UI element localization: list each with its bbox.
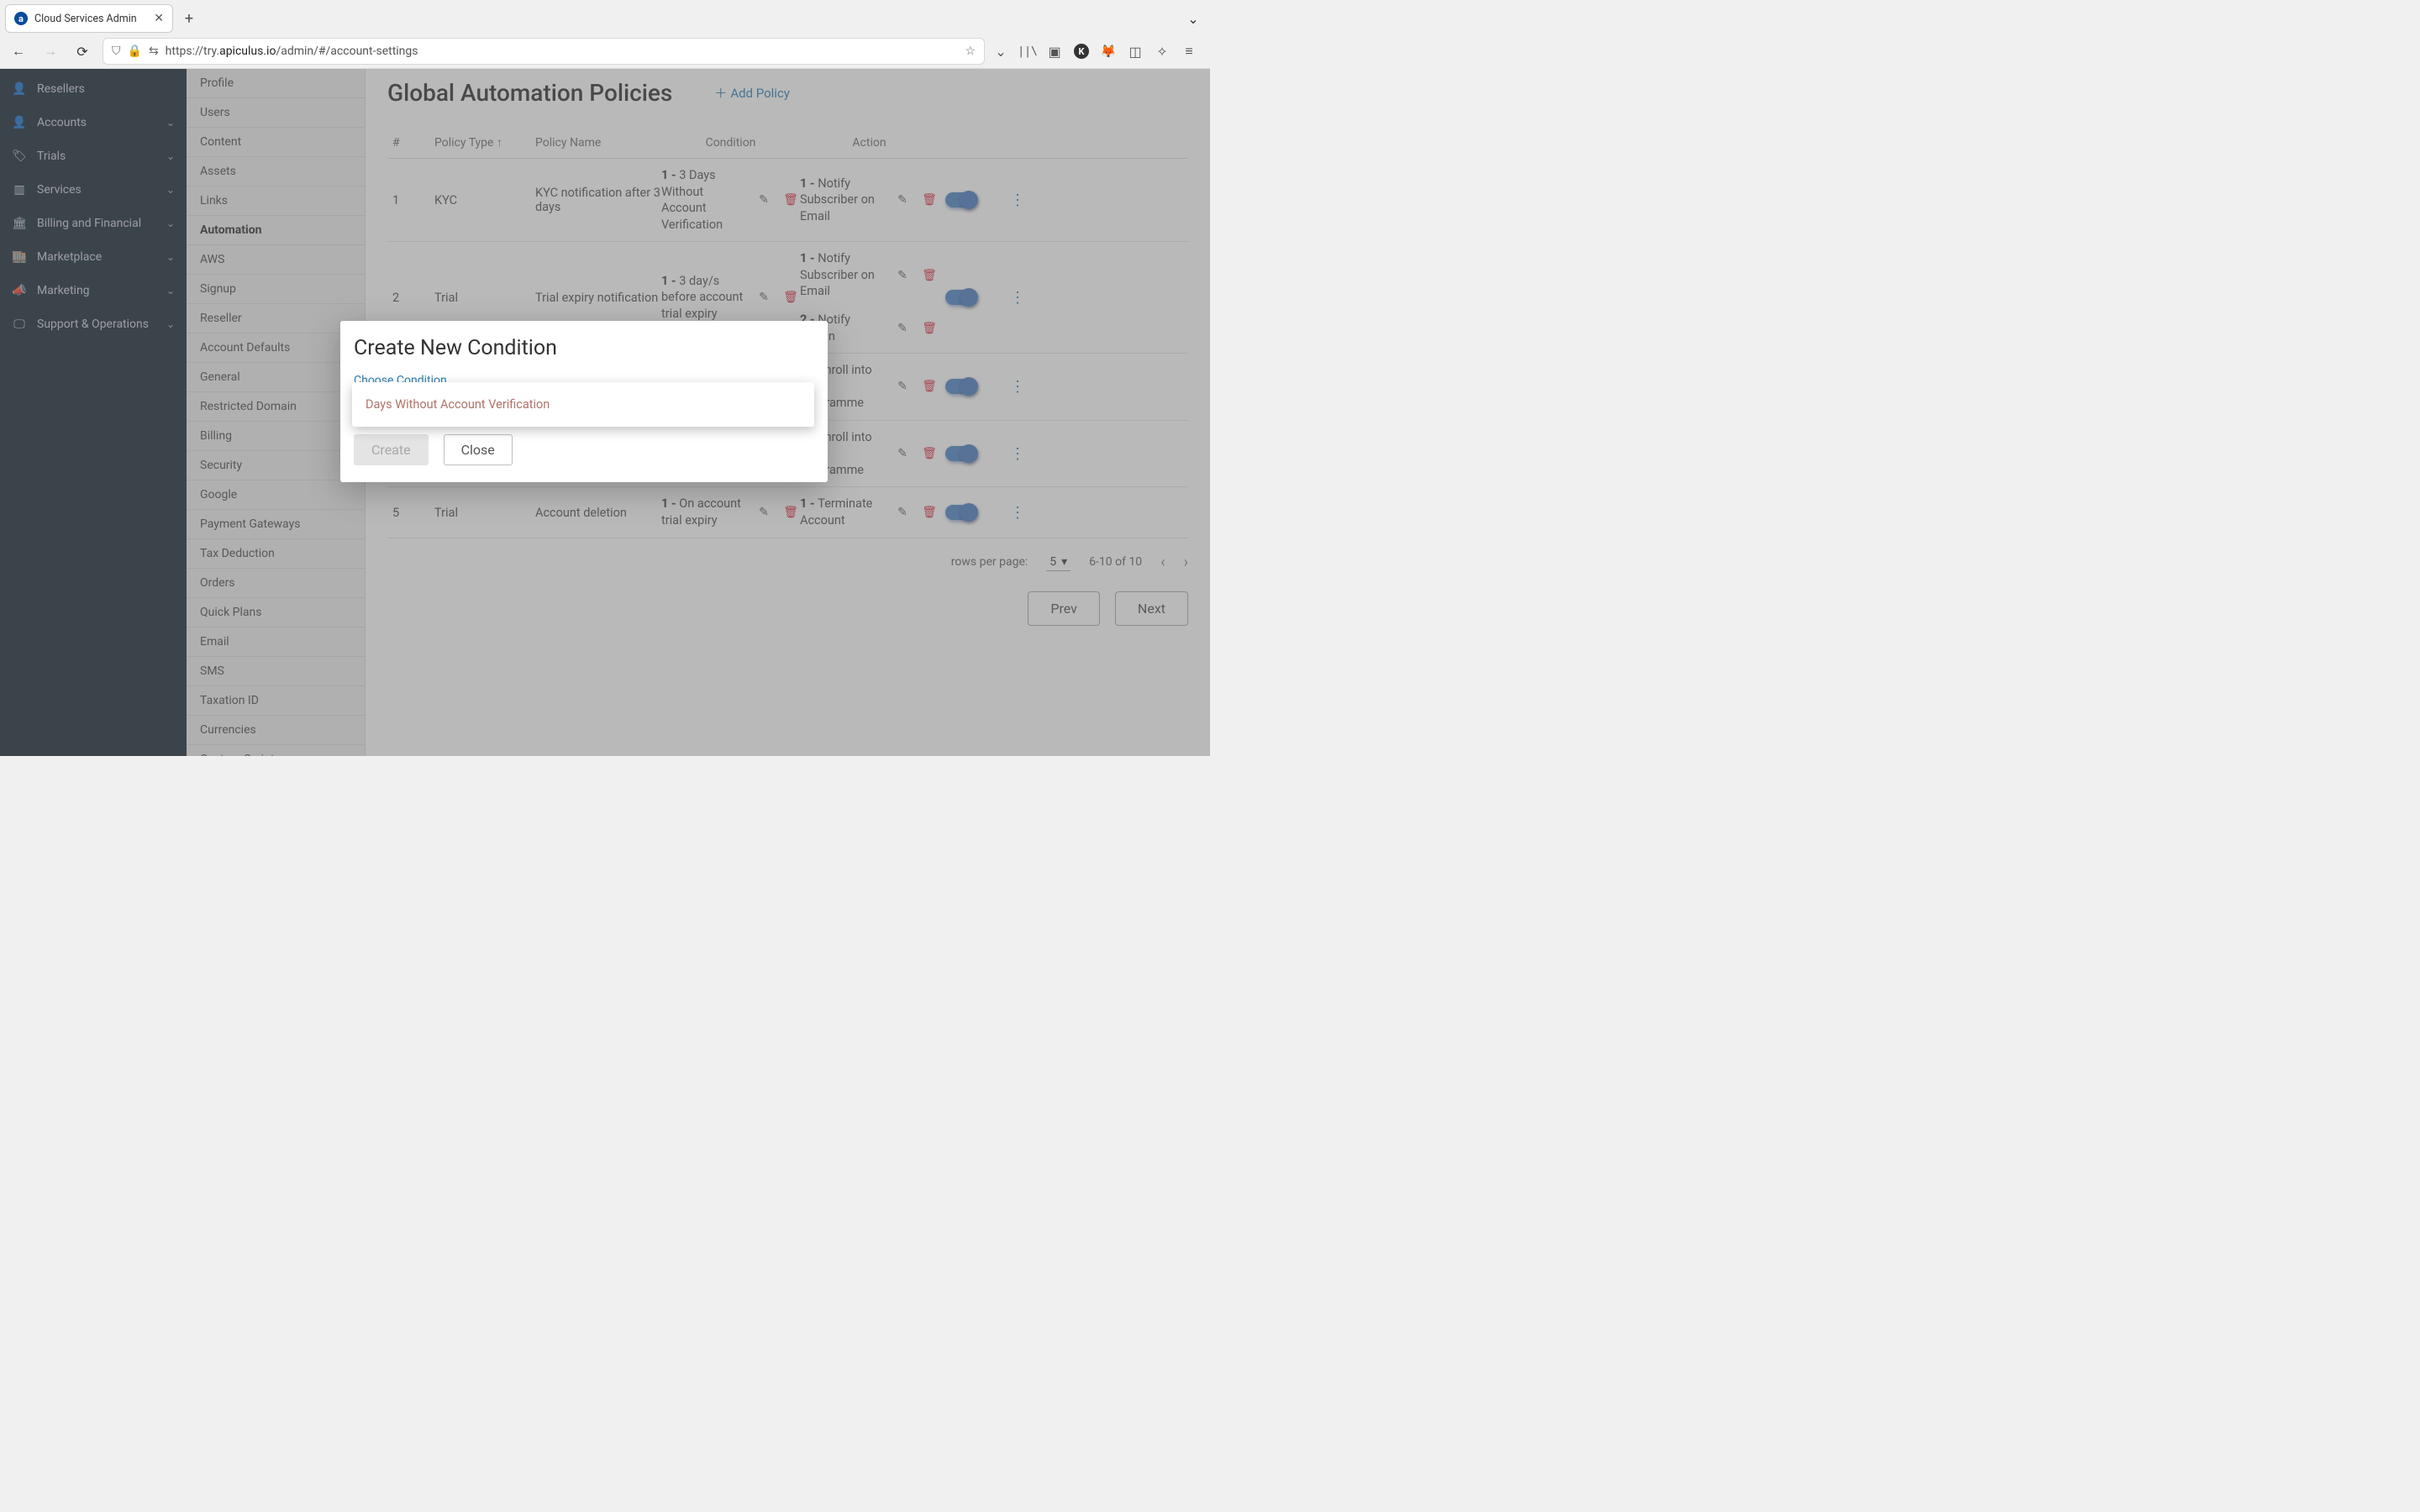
bookmark-icon[interactable]: ☆ bbox=[965, 45, 976, 58]
reader-icon[interactable]: ▣ bbox=[1047, 44, 1062, 59]
tab-title: Cloud Services Admin bbox=[34, 13, 137, 25]
reload-button[interactable]: ⟳ bbox=[71, 39, 94, 63]
permissions-icon: ⇆ bbox=[149, 45, 159, 58]
modal-title: Create New Condition bbox=[354, 336, 814, 360]
tab-favicon: a bbox=[14, 12, 28, 25]
condition-option[interactable]: Days Without Account Verification bbox=[352, 392, 814, 417]
address-bar[interactable]: ⛉ 🔒 ⇆ https://try.apiculus.io/admin/#/ac… bbox=[103, 38, 985, 65]
tabs-dropdown-icon[interactable]: ⌄ bbox=[1181, 7, 1205, 30]
close-button[interactable]: Close bbox=[444, 434, 513, 465]
extension-k-icon[interactable]: K bbox=[1074, 44, 1089, 59]
pocket-icon[interactable]: ⌄ bbox=[993, 44, 1008, 59]
lock-icon: 🔒 bbox=[128, 45, 142, 58]
new-tab-button[interactable]: + bbox=[176, 10, 202, 28]
create-button[interactable]: Create bbox=[354, 434, 429, 465]
forward-button[interactable]: → bbox=[39, 39, 62, 63]
tab-close-icon[interactable]: ✕ bbox=[154, 12, 164, 25]
back-button[interactable]: ← bbox=[7, 39, 30, 63]
metamask-icon[interactable]: 🦊 bbox=[1101, 44, 1116, 59]
shield-icon: ⛉ bbox=[112, 45, 121, 58]
extensions-icon[interactable]: ✧ bbox=[1155, 44, 1170, 59]
library-icon[interactable]: ||\ bbox=[1020, 44, 1035, 59]
condition-dropdown[interactable]: Days Without Account Verification bbox=[352, 382, 814, 427]
url-text: https://try.apiculus.io/admin/#/account-… bbox=[166, 45, 959, 58]
browser-tab[interactable]: a Cloud Services Admin ✕ bbox=[5, 4, 173, 33]
extension-crop-icon[interactable]: ◫ bbox=[1128, 44, 1143, 59]
menu-icon[interactable]: ≡ bbox=[1181, 44, 1197, 59]
